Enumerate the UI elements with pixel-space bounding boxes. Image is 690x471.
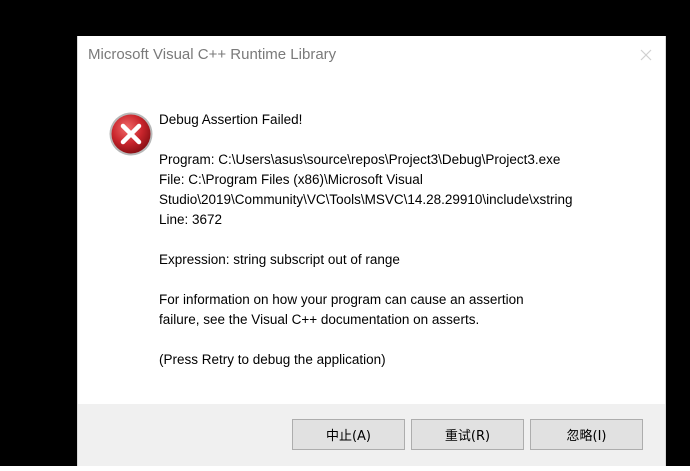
line-number: Line: 3672 <box>159 212 223 227</box>
title-bar[interactable]: Microsoft Visual C++ Runtime Library <box>78 36 665 74</box>
assertion-dialog: Microsoft Visual C++ Runtime Library Deb… <box>77 36 666 471</box>
message-body: Debug Assertion Failed! Program: C:\User… <box>159 110 659 370</box>
file-path-line1: File: C:\Program Files (x86)\Microsoft V… <box>159 172 423 187</box>
close-button[interactable] <box>635 44 657 66</box>
close-icon <box>640 49 652 61</box>
retry-hint: (Press Retry to debug the application) <box>159 352 386 367</box>
button-bar: 中止(A) 重试(R) 忽略(I) <box>78 404 665 471</box>
abort-button[interactable]: 中止(A) <box>292 419 405 450</box>
program-path: Program: C:\Users\asus\source\repos\Proj… <box>159 152 561 167</box>
file-path-line2: Studio\2019\Community\VC\Tools\MSVC\14.2… <box>159 192 573 207</box>
message-heading: Debug Assertion Failed! <box>159 112 303 127</box>
taskbar-edge <box>0 466 690 471</box>
info-text-line2: failure, see the Visual C++ documentatio… <box>159 312 480 327</box>
info-text-line1: For information on how your program can … <box>159 292 524 307</box>
ignore-button[interactable]: 忽略(I) <box>530 419 643 450</box>
window-title: Microsoft Visual C++ Runtime Library <box>88 46 337 63</box>
error-icon <box>109 112 153 156</box>
retry-button[interactable]: 重试(R) <box>411 419 524 450</box>
expression-text: Expression: string subscript out of rang… <box>159 252 400 267</box>
